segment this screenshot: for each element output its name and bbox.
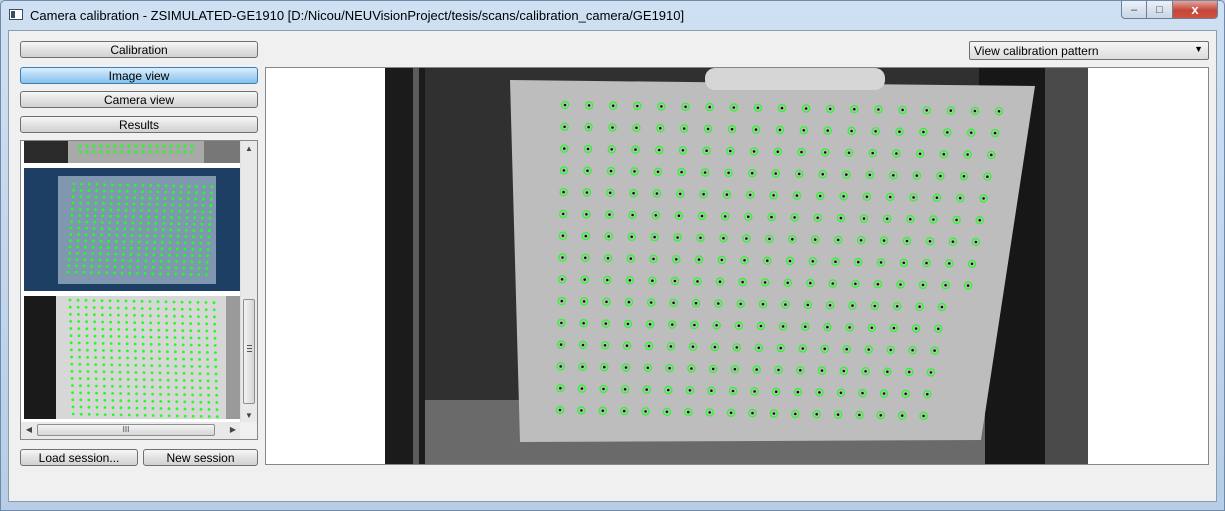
scroll-right-icon[interactable]: ▶ — [225, 422, 241, 438]
chevron-down-icon: ▼ — [1194, 44, 1203, 54]
scroll-corner — [240, 422, 257, 439]
load-session-button[interactable]: Load session... — [20, 449, 138, 466]
client-area: Calibration Image view Camera view Resul… — [8, 30, 1217, 502]
list-item[interactable] — [24, 168, 240, 291]
view-mode-select-value: View calibration pattern — [974, 44, 1099, 58]
vertical-scroll-thumb[interactable] — [243, 299, 255, 404]
view-mode-select[interactable]: View calibration pattern ▼ — [969, 41, 1209, 60]
horizontal-scroll-thumb[interactable]: III — [37, 424, 215, 436]
window-title: Camera calibration - ZSIMULATED-GE1910 [… — [30, 8, 685, 23]
list-item[interactable] — [24, 141, 240, 163]
calibration-image-viewer[interactable] — [265, 67, 1209, 465]
results-button[interactable]: Results — [20, 116, 258, 133]
calibration-button[interactable]: Calibration — [20, 41, 258, 58]
capture-thumbnail-list[interactable]: ▲ ▼ ◀ III ▶ — [20, 140, 258, 440]
detected-points-overlay — [67, 182, 214, 277]
detected-points-strip — [78, 144, 194, 154]
camera-calibration-window: Camera calibration - ZSIMULATED-GE1910 [… — [0, 0, 1225, 511]
image-view-button[interactable]: Image view — [20, 67, 258, 84]
thumbnail-horizontal-scrollbar[interactable]: ◀ III ▶ — [21, 422, 241, 439]
detected-points-overlay — [68, 298, 219, 419]
maximize-button[interactable]: □ — [1147, 1, 1173, 19]
close-button[interactable]: x — [1173, 1, 1218, 19]
thumbnail-vertical-scrollbar[interactable]: ▲ ▼ — [240, 141, 257, 424]
calibration-pattern-image — [385, 68, 1088, 464]
scroll-left-icon[interactable]: ◀ — [21, 422, 37, 438]
window-controls: – □ x — [1121, 1, 1218, 20]
new-session-button[interactable]: New session — [143, 449, 258, 466]
title-bar[interactable]: Camera calibration - ZSIMULATED-GE1910 [… — [1, 1, 1224, 29]
camera-view-button[interactable]: Camera view — [20, 91, 258, 108]
app-window-icon — [9, 9, 23, 20]
minimize-button[interactable]: – — [1121, 1, 1147, 19]
list-item[interactable] — [24, 296, 240, 419]
scroll-up-icon[interactable]: ▲ — [241, 141, 257, 157]
